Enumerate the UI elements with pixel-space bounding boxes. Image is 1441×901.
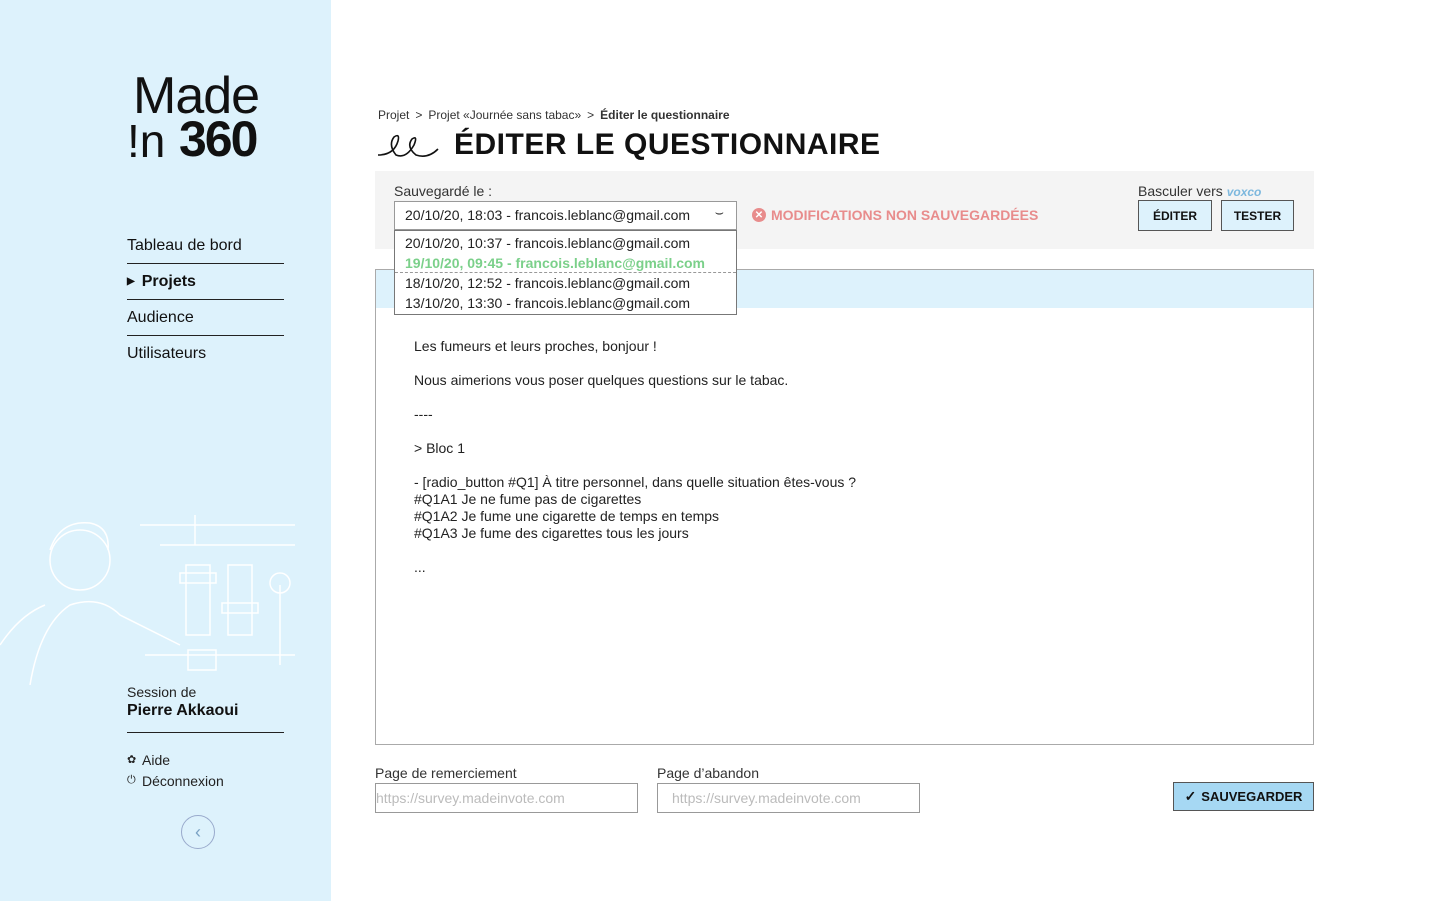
editor-line: Nous aimerions vous poser quelques quest… <box>414 372 789 388</box>
squiggle-icon <box>377 134 439 157</box>
sidebar-item-projets[interactable]: ▶ Projets <box>127 264 284 300</box>
made-in-360-logo[interactable]: Made !n 360 <box>127 67 297 167</box>
test-button[interactable]: TESTER <box>1221 200 1294 231</box>
sidebar-item-utilisateurs[interactable]: Utilisateurs <box>127 336 284 372</box>
editor-line: #Q1A3 Je fume des cigarettes tous les jo… <box>414 525 689 541</box>
breadcrumb-separator: > <box>587 108 595 122</box>
collapse-sidebar-button[interactable]: ‹ <box>181 815 215 849</box>
help-label: Aide <box>142 751 171 768</box>
switch-to-label: Basculer vers voxco <box>1138 183 1261 199</box>
sidebar-item-audience[interactable]: Audience <box>127 300 284 336</box>
sidebar: Made !n 360 Tableau de bord ▶ Projets Au… <box>0 0 331 901</box>
sidebar-item-tableau-de-bord[interactable]: Tableau de bord <box>127 228 284 264</box>
editor-line: > Bloc 1 <box>414 440 465 456</box>
version-select-value: 20/10/20, 18:03 - francois.leblanc@gmail… <box>405 207 691 223</box>
breadcrumb-item-projet[interactable]: Projet <box>378 108 409 122</box>
abandon-page-input[interactable]: https://survey.madeinvote.com <box>657 783 920 813</box>
person-illustration <box>0 515 295 685</box>
editor-line: ---- <box>414 406 433 422</box>
editor-line: #Q1A1 Je ne fume pas de cigarettes <box>414 491 642 507</box>
thanks-page-placeholder: https://survey.madeinvote.com <box>376 790 565 806</box>
editor-line: Les fumeurs et leurs proches, bonjour ! <box>414 338 657 354</box>
chevron-left-icon: ‹ <box>195 821 201 842</box>
save-button[interactable]: ✓ SAUVEGARDER <box>1173 782 1314 811</box>
version-select[interactable]: 20/10/20, 18:03 - francois.leblanc@gmail… <box>394 201 737 230</box>
session-user-name: Pierre Akkaoui <box>127 702 239 719</box>
abandon-page-placeholder: https://survey.madeinvote.com <box>672 790 861 806</box>
editor-line: #Q1A2 Je fume une cigarette de temps en … <box>414 508 720 524</box>
breadcrumb-item-project[interactable]: Projet «Journée sans tabac» <box>428 108 581 122</box>
saved-label: Sauvegardé le : <box>394 183 493 199</box>
unsaved-warning: ✕ MODIFICATIONS NON SAUVEGARDÉES <box>752 207 1038 223</box>
edit-button[interactable]: ÉDITER <box>1138 200 1212 231</box>
editor-line: ... <box>414 559 426 575</box>
session-label: Session de <box>127 684 197 700</box>
version-option[interactable]: 13/10/20, 13:30 - francois.leblanc@gmail… <box>395 293 736 313</box>
breadcrumb: Projet > Projet «Journée sans tabac» > É… <box>378 108 730 122</box>
save-button-label: SAUVEGARDER <box>1201 789 1303 804</box>
unsaved-warning-text: MODIFICATIONS NON SAUVEGARDÉES <box>771 207 1039 223</box>
page-title: ÉDITER LE QUESTIONNAIRE <box>454 128 881 161</box>
version-dropdown: 20/10/20, 10:37 - francois.leblanc@gmail… <box>394 230 737 315</box>
error-icon: ✕ <box>752 208 766 222</box>
logo-number-text: 360 <box>179 111 258 167</box>
logout-label: Déconnexion <box>142 772 224 789</box>
switch-to-text: Basculer vers <box>1138 183 1223 199</box>
help-link[interactable]: ✿ Aide <box>127 749 224 770</box>
gear-icon: ✿ <box>127 754 137 766</box>
thanks-page-input[interactable]: https://survey.madeinvote.com <box>375 783 638 813</box>
checkmark-icon: ✓ <box>1184 788 1197 804</box>
voxco-logo[interactable]: voxco <box>1227 185 1262 199</box>
version-option-highlighted[interactable]: 19/10/20, 09:45 - francois.leblanc@gmail… <box>395 253 736 273</box>
sidebar-links: ✿ Aide ⏻ Déconnexion <box>127 749 224 791</box>
abandon-page-label: Page d’abandon <box>657 765 759 781</box>
breadcrumb-item-current: Éditer le questionnaire <box>600 108 730 122</box>
power-icon: ⏻ <box>127 774 136 786</box>
page-header: ÉDITER LE QUESTIONNAIRE <box>376 128 881 162</box>
logo-in-text: !n <box>127 115 166 167</box>
logout-link[interactable]: ⏻ Déconnexion <box>127 770 224 791</box>
version-option[interactable]: 20/10/20, 10:37 - francois.leblanc@gmail… <box>395 233 736 253</box>
questionnaire-editor[interactable]: Les fumeurs et leurs proches, bonjour ! … <box>375 269 1314 745</box>
session-info: Session de Pierre Akkaoui <box>127 684 284 733</box>
sidebar-item-label: Projets <box>141 272 196 290</box>
sidebar-nav: Tableau de bord ▶ Projets Audience Utili… <box>127 228 284 372</box>
caret-right-icon: ▶ <box>127 276 135 287</box>
sidebar-item-label: Utilisateurs <box>127 345 207 362</box>
chevron-down-icon: ⌣ <box>714 204 724 220</box>
sidebar-item-label: Audience <box>127 308 194 326</box>
version-option[interactable]: 18/10/20, 12:52 - francois.leblanc@gmail… <box>395 273 736 293</box>
sidebar-item-label: Tableau de bord <box>127 236 242 254</box>
editor-line: - [radio_button #Q1] À titre personnel, … <box>414 474 857 490</box>
editor-content[interactable]: Les fumeurs et leurs proches, bonjour ! … <box>376 308 1313 606</box>
breadcrumb-separator: > <box>415 108 423 122</box>
thanks-page-label: Page de remerciement <box>375 765 517 781</box>
